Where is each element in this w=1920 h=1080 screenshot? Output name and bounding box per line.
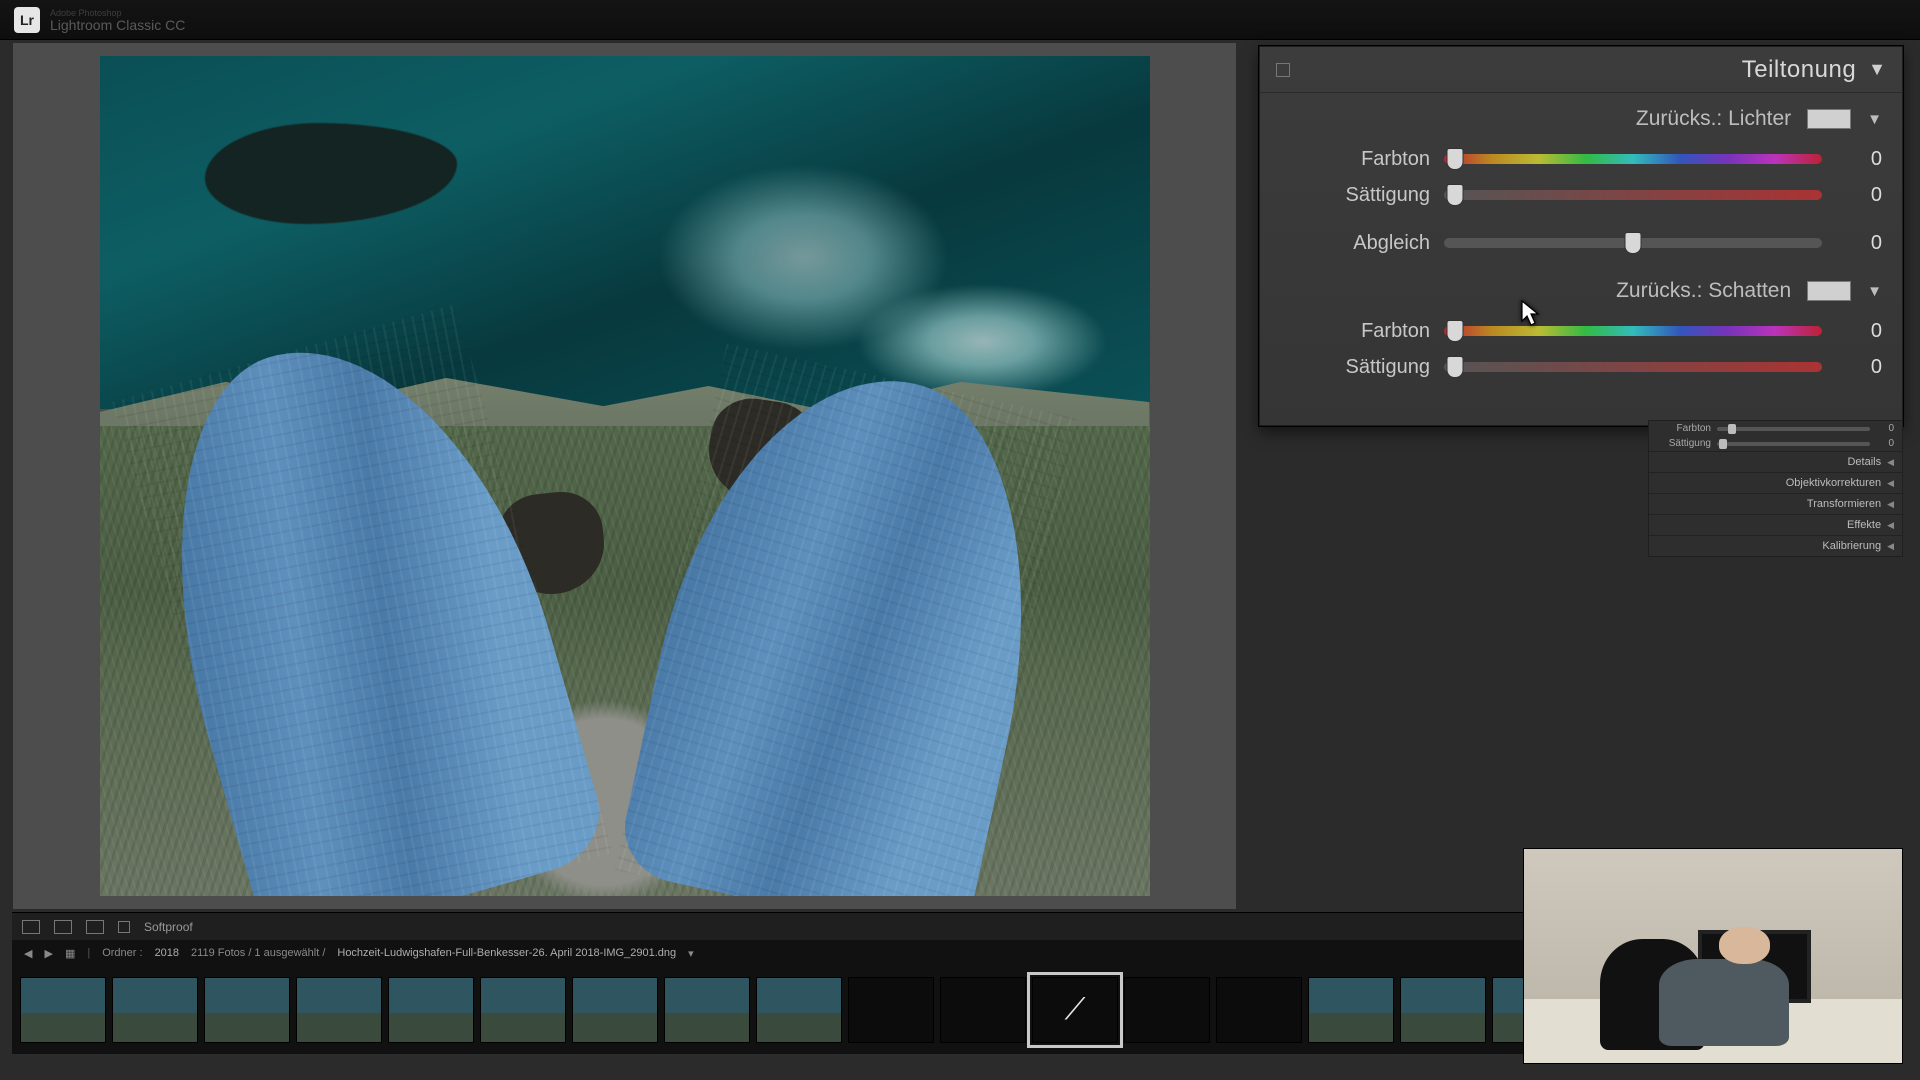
nav-back-icon[interactable]: ◀ <box>24 947 32 960</box>
slider-label: Sättigung <box>1280 184 1430 207</box>
mini-sat-slider[interactable] <box>1717 442 1870 446</box>
highlights-sat-row: Sättigung 0 <box>1280 177 1882 213</box>
mini-sat-row: Sättigung 0 <box>1649 436 1902 451</box>
filmstrip-thumb[interactable]: ⟋ <box>1032 977 1118 1043</box>
current-filename[interactable]: Hochzeit-Ludwigshafen-Full-Benkesser-26.… <box>337 947 676 959</box>
slider-value[interactable]: 0 <box>1836 184 1882 207</box>
highlights-section: Zurücks.: Lichter ▼ Farbton 0 Sättigung … <box>1260 93 1902 217</box>
slider-thumb[interactable] <box>1447 184 1464 206</box>
filmstrip-thumb[interactable] <box>1308 977 1394 1043</box>
shadows-sat-slider[interactable] <box>1444 362 1822 372</box>
filmstrip-thumb[interactable] <box>20 977 106 1043</box>
shadows-hue-row: Farbton 0 <box>1280 313 1882 349</box>
highlights-color-swatch[interactable] <box>1807 109 1851 129</box>
shadows-color-swatch[interactable] <box>1807 281 1851 301</box>
shadows-hue-slider[interactable] <box>1444 326 1822 336</box>
app-logo: Lr <box>14 7 40 33</box>
filmstrip-thumb[interactable] <box>1124 977 1210 1043</box>
section-transform[interactable]: Transformieren◀ <box>1649 493 1902 514</box>
section-calibration[interactable]: Kalibrierung◀ <box>1649 535 1902 556</box>
balance-section: Abgleich 0 <box>1260 217 1902 265</box>
loupe-toolbar: Softproof <box>12 912 1607 940</box>
slider-label: Abgleich <box>1280 232 1430 255</box>
highlights-hue-row: Farbton 0 <box>1280 141 1882 177</box>
filmstrip-thumb[interactable] <box>848 977 934 1043</box>
filmstrip-thumb[interactable] <box>388 977 474 1043</box>
softproof-checkbox[interactable] <box>118 921 130 933</box>
slider-value[interactable]: 0 <box>1876 438 1894 449</box>
section-effects[interactable]: Effekte◀ <box>1649 514 1902 535</box>
folder-label: Ordner : <box>102 947 142 959</box>
app-subtitle: Adobe Photoshop <box>50 8 185 18</box>
softproof-label: Softproof <box>144 920 193 934</box>
balance-row: Abgleich 0 <box>1280 225 1882 261</box>
app-title-group: Adobe Photoshop Lightroom Classic CC <box>50 8 185 32</box>
shadows-section: Zurücks.: Schatten ▼ Farbton 0 Sättigung… <box>1260 265 1902 389</box>
webcam-overlay <box>1523 848 1903 1064</box>
folder-year[interactable]: 2018 <box>155 947 179 959</box>
slider-value[interactable]: 0 <box>1836 320 1882 343</box>
filmstrip-thumb[interactable] <box>204 977 290 1043</box>
edited-photo <box>100 56 1150 896</box>
develop-right-dock: Farbton 0 Sättigung 0 Details◀ Objektivk… <box>1648 420 1903 557</box>
section-details[interactable]: Details◀ <box>1649 451 1902 472</box>
highlights-reset-label[interactable]: Zurücks.: Lichter <box>1636 107 1791 131</box>
photo-count: 2119 Fotos / 1 ausgewählt / <box>191 947 325 959</box>
app-title-bar: Lr Adobe Photoshop Lightroom Classic CC <box>0 0 1920 40</box>
panel-toggle-icon[interactable] <box>1276 63 1290 77</box>
filmstrip-thumb[interactable] <box>664 977 750 1043</box>
slider-label: Farbton <box>1280 320 1430 343</box>
split-toning-panel: Teiltonung ▼ Zurücks.: Lichter ▼ Farbton… <box>1259 46 1903 426</box>
slider-label: Farbton <box>1657 423 1711 434</box>
filmstrip-thumb[interactable] <box>296 977 382 1043</box>
chevron-down-icon[interactable]: ▼ <box>1867 111 1882 128</box>
view-survey-icon[interactable] <box>86 920 104 934</box>
view-loupe-icon[interactable] <box>22 920 40 934</box>
cursor-icon <box>1520 299 1540 327</box>
slider-value[interactable]: 0 <box>1836 148 1882 171</box>
balance-slider[interactable] <box>1444 238 1822 248</box>
view-compare-icon[interactable] <box>54 920 72 934</box>
image-canvas[interactable] <box>12 42 1237 910</box>
filmstrip-thumb[interactable] <box>572 977 658 1043</box>
app-title: Lightroom Classic CC <box>50 18 185 32</box>
slider-thumb[interactable] <box>1447 148 1464 170</box>
grid-icon[interactable]: ▦ <box>65 947 75 960</box>
highlights-hue-slider[interactable] <box>1444 154 1822 164</box>
filmstrip-thumb[interactable] <box>756 977 842 1043</box>
slider-thumb[interactable] <box>1447 356 1464 378</box>
panel-title: Teiltonung <box>1742 56 1856 84</box>
nav-fwd-icon[interactable]: ▶ <box>44 947 52 960</box>
panel-header[interactable]: Teiltonung ▼ <box>1260 47 1902 93</box>
chevron-down-icon[interactable]: ▼ <box>1868 59 1886 80</box>
slider-value[interactable]: 0 <box>1836 356 1882 379</box>
slider-label: Farbton <box>1280 148 1430 171</box>
slider-thumb[interactable] <box>1625 232 1642 254</box>
shadows-reset-label[interactable]: Zurücks.: Schatten <box>1616 279 1791 303</box>
mini-hue-row: Farbton 0 <box>1649 421 1902 436</box>
filmstrip-thumb[interactable] <box>1216 977 1302 1043</box>
filmstrip-thumb[interactable] <box>1400 977 1486 1043</box>
filmstrip-thumb[interactable] <box>112 977 198 1043</box>
slider-value[interactable]: 0 <box>1836 232 1882 255</box>
filmstrip-thumb[interactable] <box>480 977 566 1043</box>
slider-label: Sättigung <box>1657 438 1711 449</box>
section-lens-corrections[interactable]: Objektivkorrekturen◀ <box>1649 472 1902 493</box>
chevron-down-icon[interactable]: ▼ <box>1867 283 1882 300</box>
mini-hue-slider[interactable] <box>1717 427 1870 431</box>
shadows-sat-row: Sättigung 0 <box>1280 349 1882 385</box>
slider-thumb[interactable] <box>1447 320 1464 342</box>
highlights-sat-slider[interactable] <box>1444 190 1822 200</box>
filmstrip-thumb[interactable] <box>940 977 1026 1043</box>
workspace: Teiltonung ▼ Zurücks.: Lichter ▼ Farbton… <box>0 40 1920 1080</box>
slider-label: Sättigung <box>1280 356 1430 379</box>
slider-value[interactable]: 0 <box>1876 423 1894 434</box>
